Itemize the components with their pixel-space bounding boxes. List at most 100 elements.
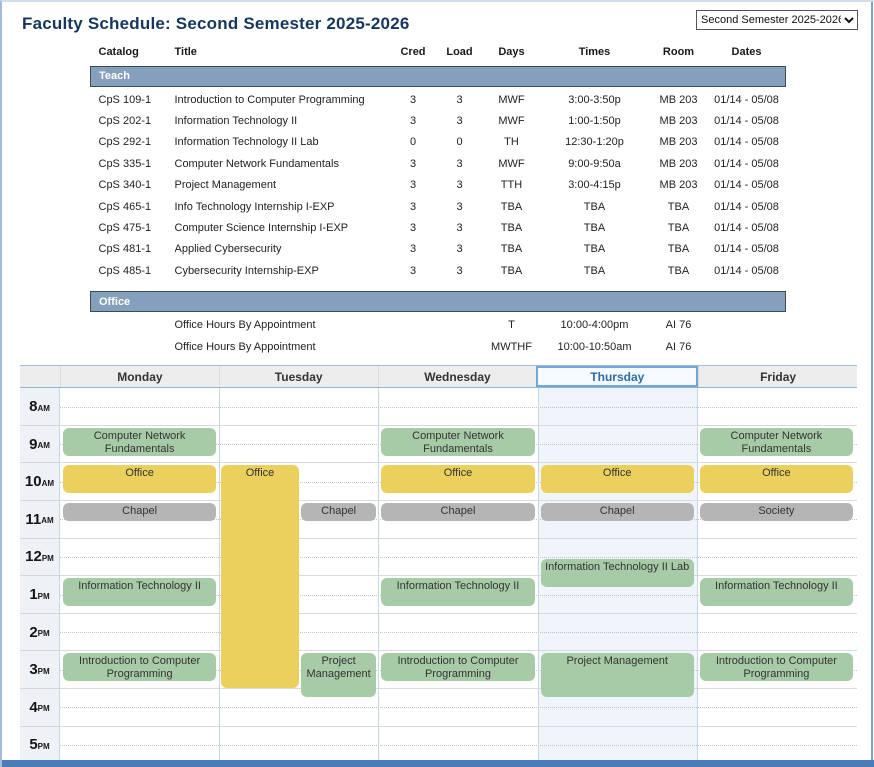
hour-label: 4PM: [20, 689, 59, 727]
cell-cred: 3: [391, 260, 436, 281]
cell-room: MB 203: [650, 153, 708, 174]
cell-load: 3: [436, 239, 484, 260]
event-block-project-management: Project Management: [301, 653, 377, 697]
event-block-chapel: Chapel: [541, 503, 694, 521]
cell-cred: 3: [391, 153, 436, 174]
cell-days: TBA: [484, 217, 540, 238]
hour-row: [60, 689, 857, 727]
cell-dates: [708, 336, 786, 357]
event-block-chapel: Chapel: [63, 503, 216, 521]
cell-load: 3: [436, 153, 484, 174]
section-bar-teach: Teach: [91, 66, 786, 86]
cell-days: MWTHF: [484, 336, 540, 357]
semester-select[interactable]: Second Semester 2025-2026: [696, 10, 858, 30]
event-block-computer-network-fundamentals: Computer Network Fundamentals: [381, 428, 534, 456]
hour-number: 9: [29, 436, 37, 453]
hour-label: 11AM: [20, 501, 59, 539]
cell-catalog: [91, 315, 175, 336]
cell-dates: 01/14 - 05/08: [708, 110, 786, 131]
cell-catalog: CpS 202-1: [91, 110, 175, 131]
half-hour-line: [60, 407, 857, 408]
hour-label: 10AM: [20, 463, 59, 501]
table-row: Office Hours By AppointmentMWTHF10:00-10…: [91, 336, 786, 357]
cell-times: TBA: [540, 239, 650, 260]
cell-times: 12:30-1:20p: [540, 132, 650, 153]
cell-catalog: CpS 481-1: [91, 239, 175, 260]
bottom-border-bar: [2, 760, 874, 767]
cell-load: 3: [436, 217, 484, 238]
table-row: CpS 109-1Introduction to Computer Progra…: [91, 89, 786, 110]
column-separator: [538, 388, 539, 764]
cell-cred: 3: [391, 89, 436, 110]
cell-days: MWF: [484, 89, 540, 110]
half-hour-line: [60, 745, 857, 746]
cell-room: MB 203: [650, 132, 708, 153]
half-hour-line: [60, 632, 857, 633]
hour-number: 8: [29, 398, 37, 415]
time-gutter-header: [20, 366, 60, 387]
cell-times: 10:00-10:50am: [540, 336, 650, 357]
cell-times: 9:00-9:50a: [540, 153, 650, 174]
cell-load: [436, 336, 484, 357]
day-header-tuesday: Tuesday: [219, 366, 378, 387]
calendar-grid: 8AM9AM10AM11AM12PM1PM2PM3PM4PM5PMCompute…: [20, 388, 857, 764]
cell-times: 1:00-1:50p: [540, 110, 650, 131]
day-header-thursday: Thursday: [536, 366, 698, 387]
event-block-introduction-to-computer-programming: Introduction to Computer Programming: [63, 653, 216, 681]
hour-label: 12PM: [20, 539, 59, 577]
hour-period: PM: [38, 704, 50, 713]
cell-days: MWF: [484, 153, 540, 174]
hour-period: AM: [42, 479, 54, 488]
hour-number: 11: [25, 511, 41, 528]
column-header-dates: Dates: [708, 46, 786, 60]
cell-catalog: CpS 335-1: [91, 153, 175, 174]
table-row: CpS 485-1Cybersecurity Internship-EXP33T…: [91, 260, 786, 281]
cell-catalog: CpS 292-1: [91, 132, 175, 153]
cell-times: TBA: [540, 196, 650, 217]
event-block-society: Society: [700, 503, 853, 521]
cell-catalog: CpS 475-1: [91, 217, 175, 238]
event-block-information-technology-ii: Information Technology II: [700, 578, 853, 606]
page-right-border: [871, 2, 873, 767]
hour-period: AM: [41, 516, 53, 525]
cell-dates: 01/14 - 05/08: [708, 175, 786, 196]
cell-times: 3:00-4:15p: [540, 175, 650, 196]
event-block-office: Office: [63, 465, 216, 493]
day-header-friday: Friday: [698, 366, 857, 387]
cell-days: TTH: [484, 175, 540, 196]
event-block-introduction-to-computer-programming: Introduction to Computer Programming: [700, 653, 853, 681]
cell-load: 3: [436, 175, 484, 196]
section-bar-office: Office: [91, 292, 786, 312]
cell-room: TBA: [650, 239, 708, 260]
event-block-office: Office: [700, 465, 853, 493]
semester-select-wrap: Second Semester 2025-2026: [696, 10, 858, 30]
calendar-day-header-row: MondayTuesdayWednesdayThursdayFriday: [20, 365, 857, 388]
cell-times: TBA: [540, 260, 650, 281]
cell-cred: [391, 336, 436, 357]
cell-room: MB 203: [650, 110, 708, 131]
cell-cred: 3: [391, 110, 436, 131]
cell-times: TBA: [540, 217, 650, 238]
cell-title: Computer Network Fundamentals: [175, 153, 391, 174]
cell-title: Computer Science Internship I-EXP: [175, 217, 391, 238]
cell-load: 0: [436, 132, 484, 153]
hour-row: [60, 539, 857, 577]
hour-label: 2PM: [20, 614, 59, 652]
cell-room: AI 76: [650, 315, 708, 336]
event-block-information-technology-ii: Information Technology II: [381, 578, 534, 606]
spacer: [91, 282, 786, 292]
hour-period: AM: [37, 404, 49, 413]
hour-period: PM: [38, 667, 50, 676]
event-block-chapel: Chapel: [301, 503, 377, 521]
cell-cred: 3: [391, 239, 436, 260]
cell-title: Info Technology Internship I-EXP: [175, 196, 391, 217]
column-separator: [697, 388, 698, 764]
table-row: CpS 292-1Information Technology II Lab00…: [91, 132, 786, 153]
cell-catalog: [91, 336, 175, 357]
cell-dates: 01/14 - 05/08: [708, 239, 786, 260]
event-block-introduction-to-computer-programming: Introduction to Computer Programming: [381, 653, 534, 681]
column-separator: [378, 388, 379, 764]
hour-label: 9AM: [20, 426, 59, 464]
hour-period: PM: [38, 742, 50, 751]
hour-number: 5: [29, 736, 37, 753]
